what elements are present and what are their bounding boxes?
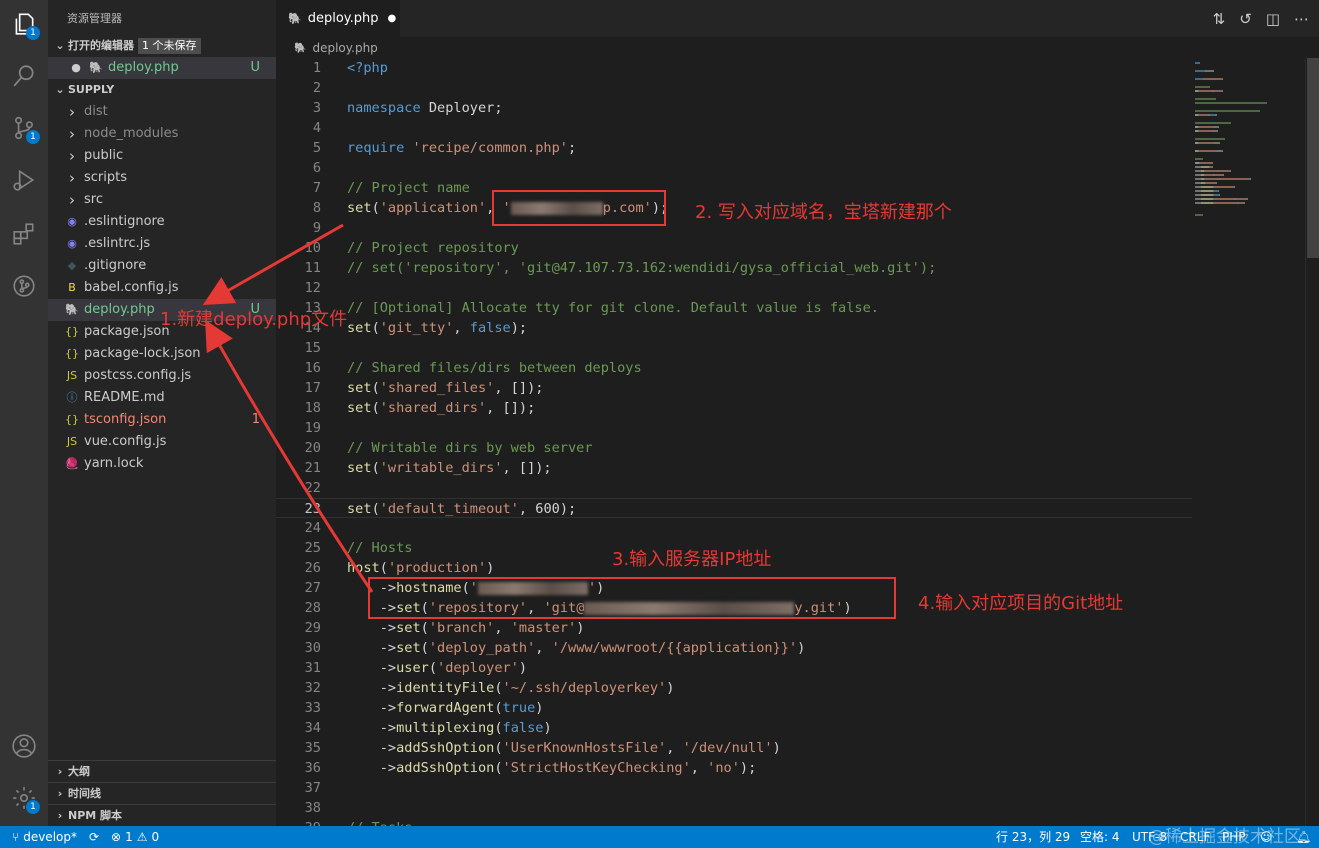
annotation-1: 1.新建deploy.php文件	[160, 309, 348, 330]
arrow-1	[202, 223, 344, 305]
arrow-2	[205, 319, 374, 593]
annotation-box-host	[368, 577, 896, 619]
annotation-2: 2. 写入对应域名，宝塔新建那个	[695, 202, 952, 223]
annotation-4: 4.输入对应项目的Git地址	[918, 593, 1124, 614]
annotation-box-domain	[492, 190, 666, 226]
annotation-3: 3.输入服务器IP地址	[612, 549, 772, 570]
annotation-arrows	[202, 223, 374, 593]
